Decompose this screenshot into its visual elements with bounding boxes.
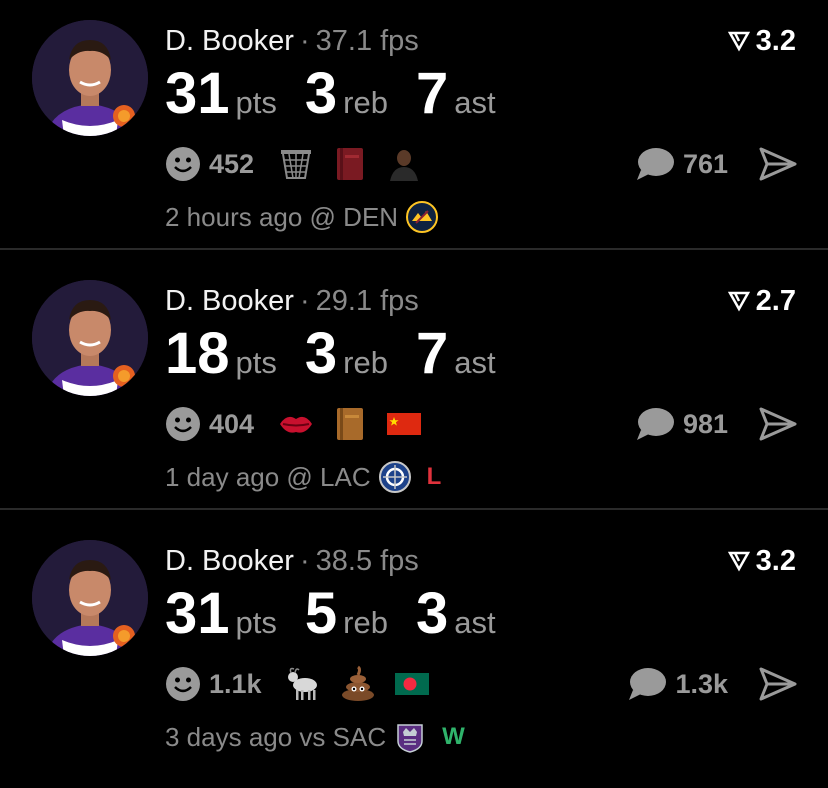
assists-label: ast: [454, 345, 496, 380]
fps-score: 37.1 fps: [315, 25, 419, 57]
kiss-lips-icon[interactable]: [276, 404, 316, 444]
points-value: 31: [165, 581, 230, 646]
post-card[interactable]: D. Booker · 38.5 fps 3.2 31 pts 5 reb 3 ast 1…: [0, 528, 828, 788]
game-time-opponent: 2 hours ago @ DEN: [165, 201, 399, 232]
rebounds-label: reb: [343, 85, 388, 120]
player-avatar[interactable]: [32, 280, 148, 396]
brown-book-icon[interactable]: [330, 404, 370, 444]
player-name[interactable]: D. Booker: [165, 285, 294, 317]
rebounds-value: 3: [304, 321, 338, 386]
player-name[interactable]: D. Booker: [165, 25, 294, 57]
rebounds-label: reb: [343, 605, 388, 640]
kings-logo-icon[interactable]: [394, 721, 426, 753]
post-header: D. Booker · 37.1 fps: [165, 23, 419, 59]
basketball-hoop-icon[interactable]: [276, 144, 316, 184]
red-book-icon[interactable]: [330, 144, 370, 184]
rating-value: 3.2: [755, 545, 796, 577]
rebounds-value: 5: [304, 581, 338, 646]
reaction-count: 1.1k: [209, 668, 262, 699]
assists-label: ast: [454, 605, 496, 640]
player-name[interactable]: D. Booker: [165, 545, 294, 577]
poop-icon[interactable]: [338, 664, 378, 704]
smiley-icon[interactable]: [165, 406, 201, 442]
post-header: D. Booker · 38.5 fps: [165, 543, 419, 579]
rebounds-value: 3: [304, 61, 338, 126]
game-result: W: [442, 723, 465, 750]
post-card[interactable]: D. Booker · 29.1 fps 2.7 18 pts 3 reb 7 ast 4…: [0, 268, 828, 528]
rating: 3.2: [727, 23, 796, 59]
player-headshot-icon: [32, 540, 148, 656]
rating-triangle-icon: [727, 551, 750, 572]
comment-count: 761: [682, 148, 728, 179]
china-flag-icon[interactable]: [384, 404, 424, 444]
comments-button[interactable]: 981: [635, 402, 728, 446]
smiley-icon[interactable]: [165, 146, 201, 182]
assists-value: 3: [415, 581, 449, 646]
rebounds-label: reb: [343, 345, 388, 380]
divider: [0, 248, 828, 250]
points-label: pts: [235, 345, 277, 380]
goat-icon[interactable]: [284, 664, 324, 704]
game-info: 3 days ago vs SAC W: [165, 718, 465, 756]
nuggets-logo-icon[interactable]: [406, 201, 439, 233]
send-icon[interactable]: [758, 404, 798, 444]
game-time-opponent: 3 days ago vs SAC: [165, 721, 387, 752]
rating-value: 3.2: [755, 25, 796, 57]
post-card[interactable]: D. Booker · 37.1 fps 3.2 31 pts 3 reb 7 ast 4…: [0, 8, 828, 268]
separator-dot: ·: [299, 545, 310, 577]
points-label: pts: [235, 605, 277, 640]
reaction-count: 452: [209, 148, 255, 179]
player-headshot-icon: [32, 280, 148, 396]
send-icon[interactable]: [758, 664, 798, 704]
rating-triangle-icon: [727, 291, 750, 312]
send-icon[interactable]: [758, 144, 798, 184]
stat-line: 31 pts 3 reb 7 ast: [165, 64, 524, 124]
points-value: 18: [165, 321, 230, 386]
player-avatar[interactable]: [32, 540, 148, 656]
separator-dot: ·: [299, 25, 310, 57]
separator-dot: ·: [299, 285, 310, 317]
game-info: 1 day ago @ LAC L: [165, 458, 441, 496]
game-result: L: [426, 463, 442, 490]
reactions-row: 452: [165, 142, 438, 186]
clippers-logo-icon[interactable]: [378, 461, 411, 493]
comment-bubble-icon: [636, 408, 674, 440]
comment-count: 1.3k: [675, 668, 728, 699]
points-value: 31: [165, 61, 230, 126]
rating: 2.7: [727, 283, 796, 319]
reaction-count: 404: [209, 408, 255, 439]
person-icon[interactable]: [384, 144, 424, 184]
comments-button[interactable]: 1.3k: [627, 662, 728, 706]
fps-score: 38.5 fps: [315, 545, 419, 577]
rating-value: 2.7: [755, 285, 796, 317]
divider: [0, 508, 828, 510]
comment-count: 981: [682, 408, 728, 439]
bangladesh-flag-icon[interactable]: [392, 664, 432, 704]
stat-line: 18 pts 3 reb 7 ast: [165, 324, 524, 384]
assists-label: ast: [454, 85, 496, 120]
assists-value: 7: [415, 321, 449, 386]
rating: 3.2: [727, 543, 796, 579]
player-headshot-icon: [32, 20, 148, 136]
points-label: pts: [235, 85, 277, 120]
game-time-opponent: 1 day ago @ LAC: [165, 461, 371, 492]
comments-button[interactable]: 761: [635, 142, 728, 186]
player-avatar[interactable]: [32, 20, 148, 136]
stat-line: 31 pts 5 reb 3 ast: [165, 584, 524, 644]
rating-triangle-icon: [727, 31, 750, 52]
fps-score: 29.1 fps: [315, 285, 419, 317]
reactions-row: 1.1k: [165, 662, 446, 706]
game-info: 2 hours ago @ DEN: [165, 198, 454, 236]
post-header: D. Booker · 29.1 fps: [165, 283, 419, 319]
comment-bubble-icon: [629, 668, 667, 700]
assists-value: 7: [415, 61, 449, 126]
smiley-icon[interactable]: [165, 666, 201, 702]
comment-bubble-icon: [636, 148, 674, 180]
reactions-row: 404: [165, 402, 438, 446]
